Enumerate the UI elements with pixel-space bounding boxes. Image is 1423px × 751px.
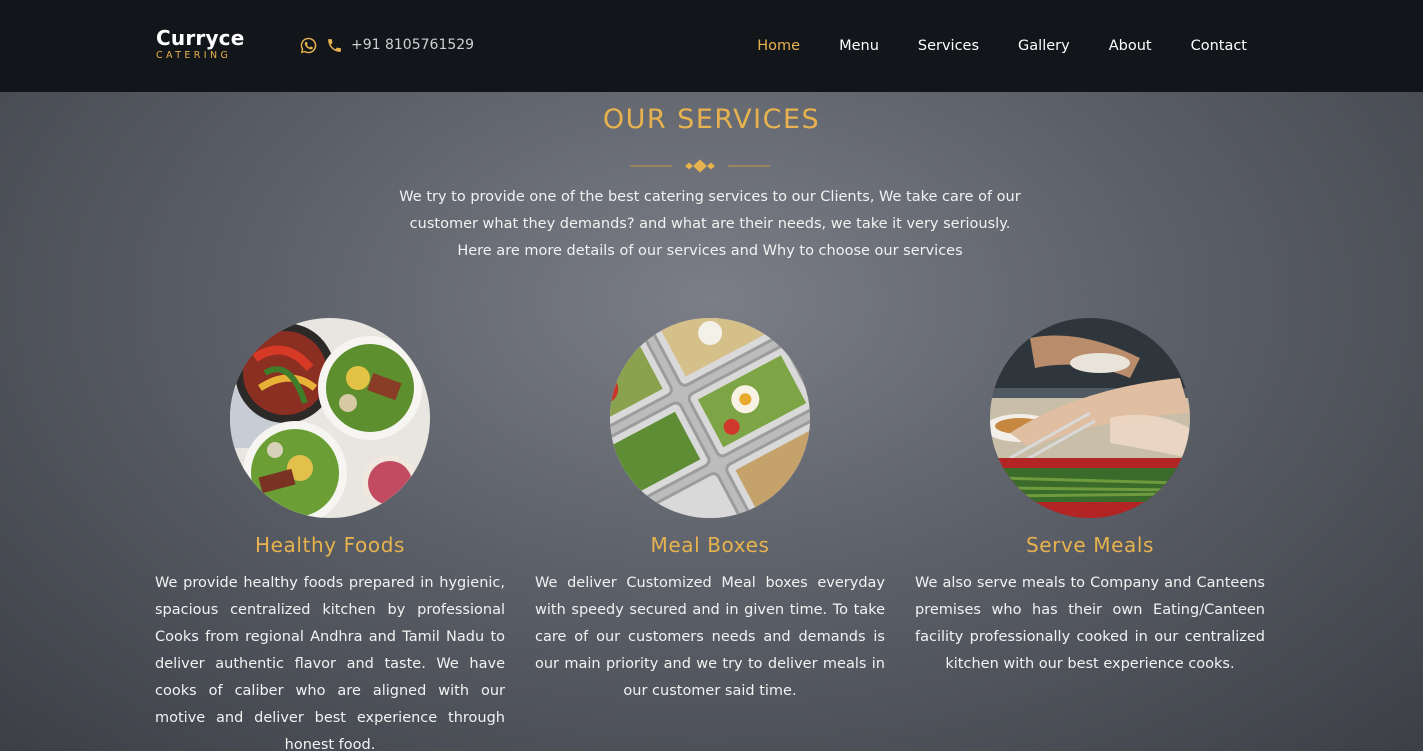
brand-tagline: CATERING — [156, 50, 232, 61]
service-title: Healthy Foods — [254, 533, 406, 557]
nav-about[interactable]: About — [1109, 38, 1152, 54]
service-title: Meal Boxes — [650, 533, 770, 557]
nav-services[interactable]: Services — [918, 38, 979, 54]
nav-menu[interactable]: Menu — [839, 38, 879, 54]
brand-logo[interactable]: Curryce CATERING — [156, 26, 256, 62]
nav-contact[interactable]: Contact — [1191, 38, 1247, 54]
service-description: We deliver Customized Meal boxes everyda… — [535, 575, 885, 699]
section-title: OUR SERVICES — [602, 104, 821, 135]
service-card-serve-meals: Serve Meals We also serve meals to Compa… — [915, 318, 1265, 678]
phone-number[interactable]: +91 8105761529 — [351, 37, 474, 53]
navbar: Curryce CATERING +91 8105761529 Home Men… — [0, 0, 1423, 92]
intro-line: We try to provide one of the best cateri… — [399, 189, 1021, 205]
service-description: We provide healthy foods prepared in hyg… — [155, 575, 505, 751]
diamond-divider-icon — [630, 159, 770, 173]
service-card-healthy-foods: Healthy Foods We provide healthy foods p… — [155, 318, 505, 751]
serving-meals-image — [990, 318, 1190, 518]
service-description: We also serve meals to Company and Cante… — [915, 575, 1265, 672]
phone-icon[interactable] — [326, 37, 343, 54]
service-card-meal-boxes: Meal Boxes We deliver Customized Meal bo… — [535, 318, 885, 705]
main-nav: Home Menu Services Gallery About Contact — [757, 34, 1247, 58]
nav-home[interactable]: Home — [757, 38, 800, 54]
intro-line: customer what they demands? and what are… — [409, 216, 1011, 232]
meal-boxes-image — [610, 318, 810, 518]
brand-name: Curryce — [156, 26, 245, 50]
service-title: Serve Meals — [1025, 533, 1155, 557]
contact-phone: +91 8105761529 — [299, 34, 474, 56]
whatsapp-icon[interactable] — [299, 36, 318, 55]
healthy-bowls-image — [230, 318, 430, 518]
services-intro: We try to provide one of the best cateri… — [380, 184, 1040, 265]
nav-gallery[interactable]: Gallery — [1018, 38, 1070, 54]
intro-line: Here are more details of our services an… — [457, 243, 963, 259]
